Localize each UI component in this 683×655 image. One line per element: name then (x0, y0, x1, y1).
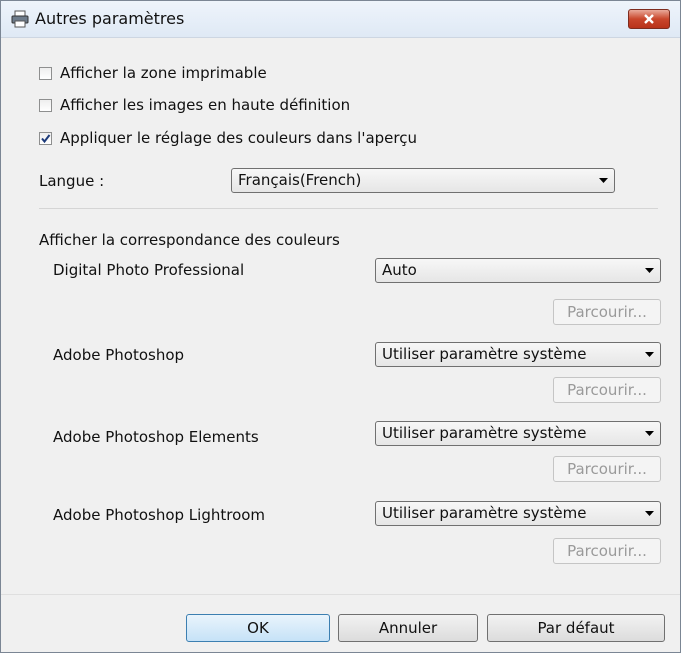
dpp-color-select[interactable]: Auto (375, 258, 661, 283)
chevron-down-icon (599, 178, 608, 183)
photoshop-browse-button[interactable]: Parcourir... (553, 377, 661, 403)
photoshop-color-value: Utiliser paramètre système (382, 345, 587, 363)
lightroom-color-value: Utiliser paramètre système (382, 504, 587, 522)
photoshop-elements-color-value: Utiliser paramètre système (382, 424, 587, 442)
default-button[interactable]: Par défaut (487, 614, 665, 642)
app-name-lightroom: Adobe Photoshop Lightroom (53, 506, 266, 524)
chevron-down-icon (645, 352, 654, 357)
printer-icon (11, 10, 29, 28)
title-bar: Autres paramètres (1, 1, 680, 38)
chevron-down-icon (645, 268, 654, 273)
photoshop-elements-color-select[interactable]: Utiliser paramètre système (375, 421, 661, 446)
photoshop-color-select[interactable]: Utiliser paramètre système (375, 342, 661, 367)
chevron-down-icon (645, 511, 654, 516)
app-name-photoshop: Adobe Photoshop (53, 346, 185, 364)
app-name-dpp: Digital Photo Professional (53, 261, 245, 279)
window-title: Autres paramètres (35, 9, 185, 28)
footer-divider (1, 594, 680, 595)
cancel-button[interactable]: Annuler (338, 614, 478, 642)
dialog-window: Autres paramètres Afficher la zone impri… (0, 0, 681, 653)
option-label: Afficher les images en haute définition (60, 96, 351, 114)
close-button[interactable] (628, 9, 670, 29)
app-name-photoshop-elements: Adobe Photoshop Elements (53, 428, 259, 446)
option-show-hd-images[interactable]: Afficher les images en haute définition (39, 94, 350, 116)
color-matching-heading: Afficher la correspondance des couleurs (39, 231, 340, 249)
lightroom-color-select[interactable]: Utiliser paramètre système (375, 501, 661, 526)
separator (39, 208, 658, 209)
option-label: Afficher la zone imprimable (60, 64, 267, 82)
checkbox-show-printable-area[interactable] (39, 66, 52, 80)
option-show-printable-area[interactable]: Afficher la zone imprimable (39, 62, 267, 84)
checkmark-icon (41, 133, 51, 143)
photoshop-elements-browse-button[interactable]: Parcourir... (553, 456, 661, 482)
chevron-down-icon (645, 431, 654, 436)
dpp-color-value: Auto (382, 261, 417, 279)
dpp-browse-button[interactable]: Parcourir... (553, 299, 661, 325)
ok-button[interactable]: OK (186, 614, 330, 642)
close-icon (644, 14, 654, 24)
lightroom-browse-button[interactable]: Parcourir... (553, 538, 661, 564)
language-value: Français(French) (238, 171, 362, 189)
language-select[interactable]: Français(French) (231, 168, 615, 193)
checkbox-show-hd-images[interactable] (39, 98, 52, 112)
option-label: Appliquer le réglage des couleurs dans l… (60, 129, 418, 147)
language-label: Langue : (39, 172, 105, 190)
checkbox-apply-color-preview[interactable] (39, 131, 52, 145)
option-apply-color-preview[interactable]: Appliquer le réglage des couleurs dans l… (39, 127, 417, 149)
